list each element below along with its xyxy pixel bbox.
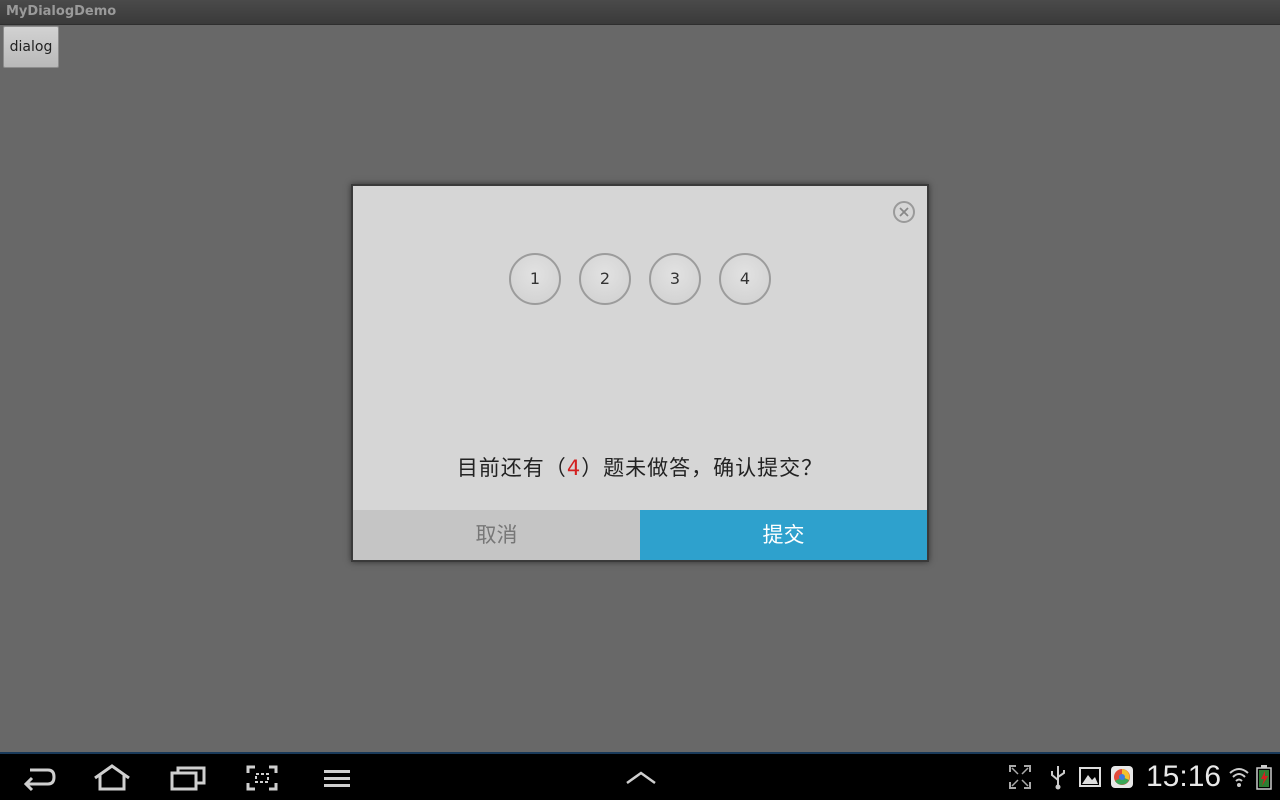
recents-icon[interactable] — [170, 764, 206, 792]
home-icon[interactable] — [92, 764, 132, 792]
wifi-icon — [1229, 768, 1249, 787]
menu-icon[interactable] — [322, 764, 352, 792]
dialog-button-row: 取消 提交 — [353, 510, 927, 560]
question-circle-2[interactable]: 2 — [579, 253, 631, 305]
gallery-icon — [1079, 767, 1101, 787]
expand-icon[interactable] — [1008, 764, 1032, 790]
battery-icon — [1256, 765, 1272, 790]
chevron-up-icon[interactable] — [624, 764, 658, 792]
unanswered-count: 4 — [566, 456, 582, 480]
submit-confirm-dialog: 1 2 3 4 目前还有（4）题未做答，确认提交？ 取消 提交 — [351, 184, 929, 562]
message-prefix: 目前还有（ — [456, 456, 567, 480]
question-circle-1[interactable]: 1 — [509, 253, 561, 305]
system-nav-bar: 15:16 — [0, 752, 1280, 800]
cancel-button[interactable]: 取消 — [353, 510, 640, 560]
app-title: MyDialogDemo — [6, 4, 117, 19]
message-suffix: ）题未做答，确认提交？ — [581, 456, 824, 480]
close-button[interactable] — [893, 201, 915, 223]
clock: 15:16 — [1146, 760, 1222, 793]
open-dialog-button[interactable]: dialog — [3, 26, 59, 68]
back-icon[interactable] — [22, 764, 56, 792]
screenshot-icon[interactable] — [246, 764, 278, 792]
title-bar: MyDialogDemo — [0, 0, 1280, 25]
question-circle-4[interactable]: 4 — [719, 253, 771, 305]
question-circle-3[interactable]: 3 — [649, 253, 701, 305]
usb-icon — [1051, 766, 1065, 790]
submit-button[interactable]: 提交 — [640, 510, 927, 560]
confirm-message: 目前还有（4）题未做答，确认提交？ — [353, 452, 927, 482]
app-icon — [1111, 766, 1133, 788]
close-icon — [899, 207, 909, 217]
